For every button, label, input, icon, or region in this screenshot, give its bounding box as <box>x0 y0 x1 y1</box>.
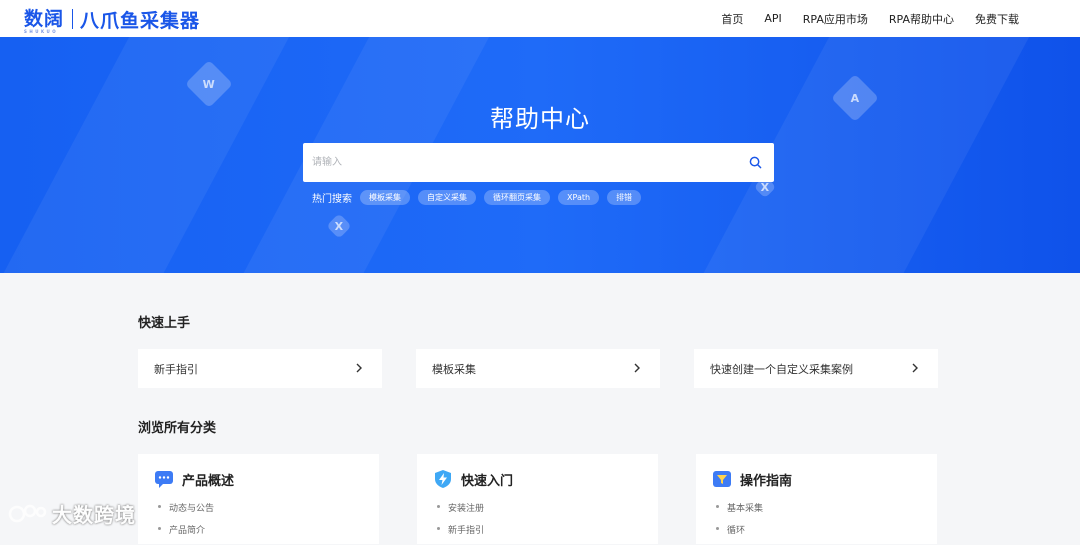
quick-card-custom-case[interactable]: 快速创建一个自定义采集案例 <box>694 349 938 388</box>
category-list: 安装注册 新手指引 <box>433 501 658 545</box>
logo-brand-sub: SHUKUO <box>24 28 59 34</box>
quick-card-beginner-guide[interactable]: 新手指引 <box>138 349 382 388</box>
logo[interactable]: 数阔 SHUKUO 八爪鱼采集器 <box>24 5 200 33</box>
category-card-overview: 产品概述 动态与公告 产品简介 <box>138 454 379 544</box>
chevron-right-icon <box>634 363 640 373</box>
category-list: 动态与公告 产品简介 <box>154 501 379 545</box>
category-link[interactable]: 安装注册 <box>437 501 658 523</box>
category-header[interactable]: 产品概述 <box>154 469 379 489</box>
top-header: 数阔 SHUKUO 八爪鱼采集器 首页 API RPA应用市场 RPA帮助中心 … <box>0 0 1080 37</box>
hero-banner: W A X X 帮助中心 热门搜索 模板采集 自定义采集 循环翻页采集 XPat… <box>0 37 1080 273</box>
category-card-guide: 操作指南 基本采集 循环 <box>696 454 937 544</box>
watermark-logo-icon <box>8 504 47 522</box>
hot-search: 热门搜索 模板采集 自定义采集 循环翻页采集 XPath 排错 <box>312 190 649 205</box>
category-link[interactable]: 基本采集 <box>716 501 937 523</box>
logo-brand-text: 数阔 <box>24 7 65 30</box>
funnel-icon <box>713 471 731 487</box>
category-header[interactable]: 操作指南 <box>712 469 937 489</box>
page-title: 帮助中心 <box>490 105 590 133</box>
search-icon[interactable] <box>749 156 762 169</box>
search-input[interactable] <box>303 143 732 182</box>
category-link[interactable]: 新手指引 <box>437 523 658 545</box>
category-list: 基本采集 循环 <box>712 501 937 545</box>
watermark: 大数跨境 <box>8 499 136 528</box>
hot-tag[interactable]: 排错 <box>607 190 642 205</box>
logo-product: 八爪鱼采集器 <box>80 9 201 32</box>
quick-card-label: 新手指引 <box>154 362 198 376</box>
hot-tag[interactable]: 模板采集 <box>360 190 410 205</box>
logo-separator <box>72 9 74 29</box>
hot-tag[interactable]: XPath <box>558 190 600 205</box>
hot-tag[interactable]: 自定义采集 <box>418 190 476 205</box>
category-link[interactable]: 动态与公告 <box>158 501 379 523</box>
category-link[interactable]: 循环 <box>716 523 937 545</box>
nav-rpa-help[interactable]: RPA帮助中心 <box>889 11 954 27</box>
category-card-getting-started: 快速入门 安装注册 新手指引 <box>417 454 658 544</box>
chat-bubble-icon <box>155 471 173 488</box>
hot-search-label: 热门搜索 <box>312 194 352 205</box>
lightning-shield-icon <box>435 470 451 488</box>
quick-card-template[interactable]: 模板采集 <box>416 349 660 388</box>
nav-rpa-market[interactable]: RPA应用市场 <box>803 11 868 27</box>
logo-brand: 数阔 SHUKUO <box>24 7 65 33</box>
quick-card-label: 快速创建一个自定义采集案例 <box>710 362 853 376</box>
nav-api[interactable]: API <box>764 12 781 25</box>
search-box <box>303 143 774 182</box>
chevron-right-icon <box>356 363 362 373</box>
nav-download[interactable]: 免费下载 <box>975 11 1019 27</box>
browse-title: 浏览所有分类 <box>138 421 217 436</box>
hot-tag[interactable]: 循环翻页采集 <box>484 190 550 205</box>
chevron-right-icon <box>912 363 918 373</box>
category-header[interactable]: 快速入门 <box>433 469 658 489</box>
category-title: 操作指南 <box>740 473 793 489</box>
quick-card-label: 模板采集 <box>432 362 476 376</box>
category-title: 产品概述 <box>182 473 235 489</box>
top-nav: 首页 API RPA应用市场 RPA帮助中心 免费下载 <box>721 0 1080 37</box>
quick-start-title: 快速上手 <box>138 316 191 331</box>
category-title: 快速入门 <box>461 473 514 489</box>
nav-home[interactable]: 首页 <box>721 11 743 27</box>
category-link[interactable]: 产品简介 <box>158 523 379 545</box>
watermark-text: 大数跨境 <box>52 503 136 527</box>
